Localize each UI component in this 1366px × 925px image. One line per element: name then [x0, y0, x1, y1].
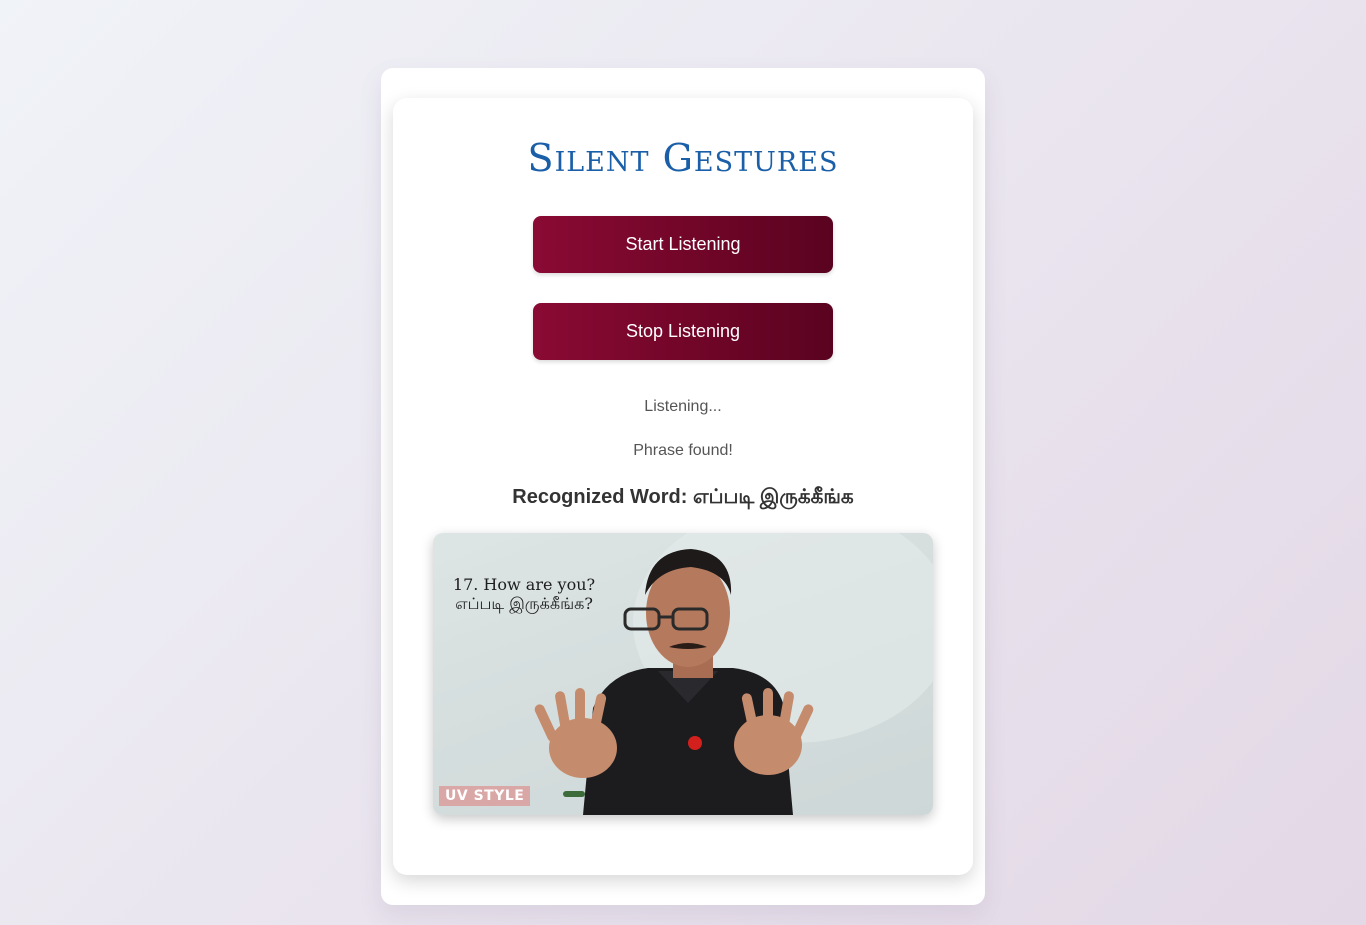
video-watermark: UV STYLE: [439, 786, 531, 806]
listening-status: Listening...: [644, 398, 722, 415]
app-title: Silent Gestures: [527, 136, 839, 180]
start-listening-button[interactable]: Start Listening: [533, 216, 833, 273]
video-caption: 17. How are you? எப்படி இருக்கீங்க?: [439, 575, 609, 613]
phrase-status: Phrase found!: [633, 442, 733, 459]
main-container: Silent Gestures Start Listening Stop Lis…: [393, 98, 973, 875]
recognized-word: Recognized Word: எப்படி இருக்கீங்க: [512, 486, 854, 508]
gesture-video[interactable]: 17. How are you? எப்படி இருக்கீங்க? UV S…: [433, 533, 933, 815]
outer-card: Silent Gestures Start Listening Stop Lis…: [381, 68, 985, 905]
caption-line-english: 17. How are you?: [452, 575, 596, 594]
stop-listening-button[interactable]: Stop Listening: [533, 303, 833, 360]
caption-line-tamil: எப்படி இருக்கீங்க?: [455, 594, 593, 613]
